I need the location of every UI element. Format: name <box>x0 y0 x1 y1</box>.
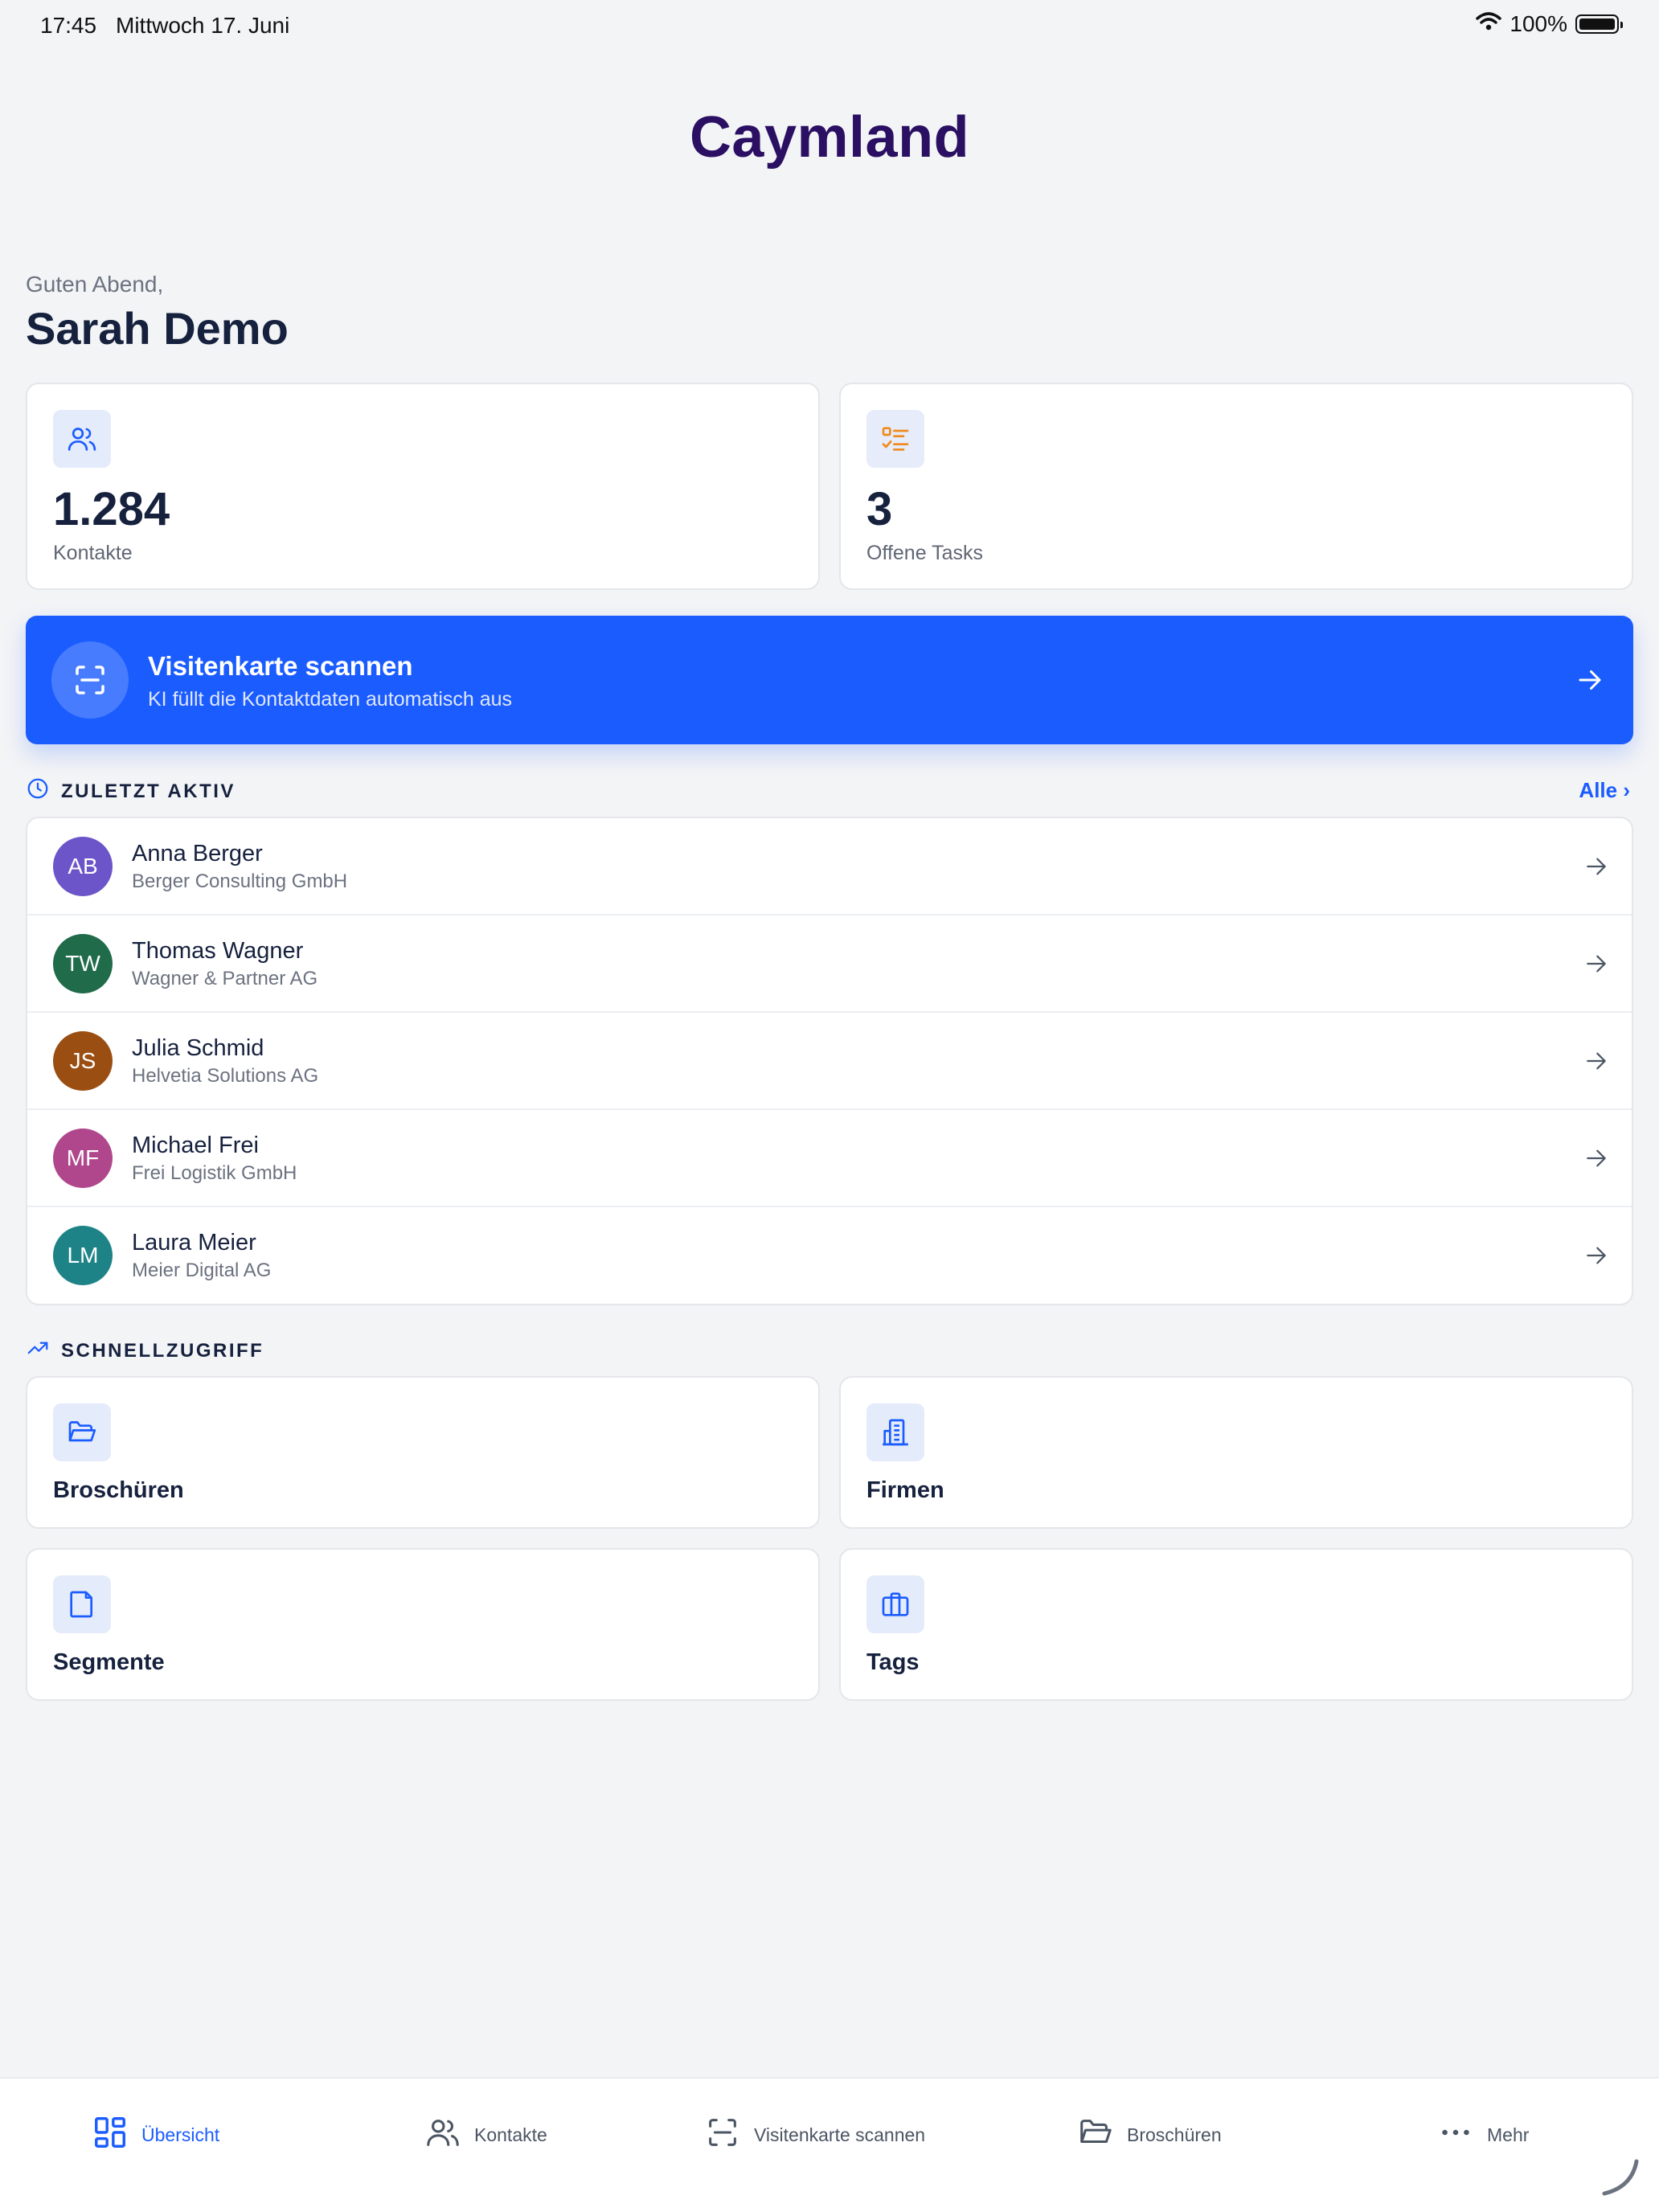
stat-label: Offene Tasks <box>866 542 983 564</box>
contact-name: Thomas Wagner <box>132 938 304 964</box>
quick-access-tags[interactable]: Tags <box>839 1548 1633 1701</box>
stat-label: Kontakte <box>53 542 133 564</box>
avatar: TW <box>53 934 113 993</box>
file-icon <box>53 1575 111 1633</box>
arrow-right-icon <box>1583 1243 1609 1272</box>
grid-icon <box>92 2114 129 2156</box>
arrow-right-icon <box>1583 1048 1609 1078</box>
status-bar: 17:45 Mittwoch 17. Juni 100% <box>0 0 1659 51</box>
see-all-link[interactable]: Alle › <box>1579 778 1630 803</box>
recent-section-title: ZULETZT AKTIV <box>61 780 236 802</box>
stat-card-contacts[interactable]: 1.284 Kontakte <box>26 383 820 590</box>
battery-icon <box>1575 14 1623 34</box>
contact-name: Laura Meier <box>132 1230 256 1256</box>
scan-title: Visitenkarte scannen <box>148 651 413 681</box>
clock-icon <box>26 776 50 806</box>
contact-name: Julia Schmid <box>132 1035 264 1061</box>
task-list-icon <box>866 410 924 468</box>
tab-label: Broschüren <box>1127 2124 1222 2145</box>
stat-value: 1.284 <box>53 483 170 535</box>
tab-contacts[interactable]: Kontakte <box>424 2114 547 2156</box>
tab-label: Visitenkarte scannen <box>754 2124 926 2145</box>
contact-company: Berger Consulting GmbH <box>132 870 348 892</box>
greeting-salutation: Guten Abend, <box>26 272 164 297</box>
contact-company: Wagner & Partner AG <box>132 968 318 989</box>
tab-brochures[interactable]: Broschüren <box>1077 2114 1222 2156</box>
contact-company: Helvetia Solutions AG <box>132 1065 319 1087</box>
arrow-right-icon <box>1583 951 1609 981</box>
contact-row[interactable]: AB Anna Berger Berger Consulting GmbH <box>27 818 1632 916</box>
contact-row[interactable]: TW Thomas Wagner Wagner & Partner AG <box>27 916 1632 1013</box>
avatar: JS <box>53 1031 113 1091</box>
status-time: 17:45 <box>40 13 97 38</box>
contact-row[interactable]: MF Michael Frei Frei Logistik GmbH <box>27 1110 1632 1207</box>
tab-label: Übersicht <box>141 2124 220 2145</box>
tab-more[interactable]: Mehr <box>1437 2114 1529 2156</box>
home-indicator <box>1600 2157 1641 2202</box>
battery-percentage: 100% <box>1509 11 1567 36</box>
bottom-tab-bar: Übersicht Kontakte Visitenkarte scannen … <box>0 2077 1659 2212</box>
contact-row[interactable]: JS Julia Schmid Helvetia Solutions AG <box>27 1013 1632 1110</box>
contact-company: Meier Digital AG <box>132 1260 272 1281</box>
tab-scan-card[interactable]: Visitenkarte scannen <box>704 2114 925 2156</box>
arrow-right-icon <box>1583 1145 1609 1175</box>
folder-open-icon <box>1077 2114 1114 2156</box>
arrow-right-icon <box>1575 666 1604 698</box>
tab-label: Mehr <box>1487 2124 1530 2145</box>
recent-section-header: ZULETZT AKTIV <box>26 776 236 806</box>
tab-overview[interactable]: Übersicht <box>92 2114 219 2156</box>
users-icon <box>424 2114 461 2156</box>
app-title: Caymland <box>689 105 970 170</box>
avatar: AB <box>53 837 113 896</box>
quick-access-label: Firmen <box>866 1477 944 1503</box>
avatar: LM <box>53 1226 113 1285</box>
folder-open-icon <box>53 1403 111 1461</box>
tab-label: Kontakte <box>474 2124 547 2145</box>
status-date: Mittwoch 17. Juni <box>116 13 290 38</box>
quick-access-title: SCHNELLZUGRIFF <box>61 1339 264 1362</box>
contact-company: Frei Logistik GmbH <box>132 1162 297 1184</box>
quick-access-companies[interactable]: Firmen <box>839 1376 1633 1529</box>
contact-name: Anna Berger <box>132 841 263 866</box>
more-icon <box>1437 2114 1474 2156</box>
scan-business-card-button[interactable]: Visitenkarte scannen KI füllt die Kontak… <box>26 616 1633 744</box>
trending-up-icon <box>26 1336 50 1366</box>
quick-access-label: Tags <box>866 1649 920 1675</box>
scan-icon <box>704 2114 741 2156</box>
users-icon <box>53 410 111 468</box>
scan-subtitle: KI füllt die Kontaktdaten automatisch au… <box>148 688 513 711</box>
quick-access-segments[interactable]: Segmente <box>26 1548 820 1701</box>
quick-access-label: Broschüren <box>53 1477 184 1503</box>
stat-value: 3 <box>866 483 893 535</box>
avatar: MF <box>53 1129 113 1188</box>
wifi-icon <box>1476 11 1502 37</box>
contact-name: Michael Frei <box>132 1133 259 1158</box>
quick-access-section-header: SCHNELLZUGRIFF <box>26 1336 264 1366</box>
quick-access-brochures[interactable]: Broschüren <box>26 1376 820 1529</box>
arrow-right-icon <box>1583 854 1609 883</box>
status-indicators: 100% <box>1476 11 1623 37</box>
user-name: Sarah Demo <box>26 303 289 354</box>
stat-card-tasks[interactable]: 3 Offene Tasks <box>839 383 1633 590</box>
contact-row[interactable]: LM Laura Meier Meier Digital AG <box>27 1207 1632 1305</box>
recent-contacts-list: AB Anna Berger Berger Consulting GmbH TW… <box>26 817 1633 1305</box>
scan-icon <box>51 641 129 719</box>
quick-access-label: Segmente <box>53 1649 165 1675</box>
building-icon <box>866 1403 924 1461</box>
briefcase-icon <box>866 1575 924 1633</box>
